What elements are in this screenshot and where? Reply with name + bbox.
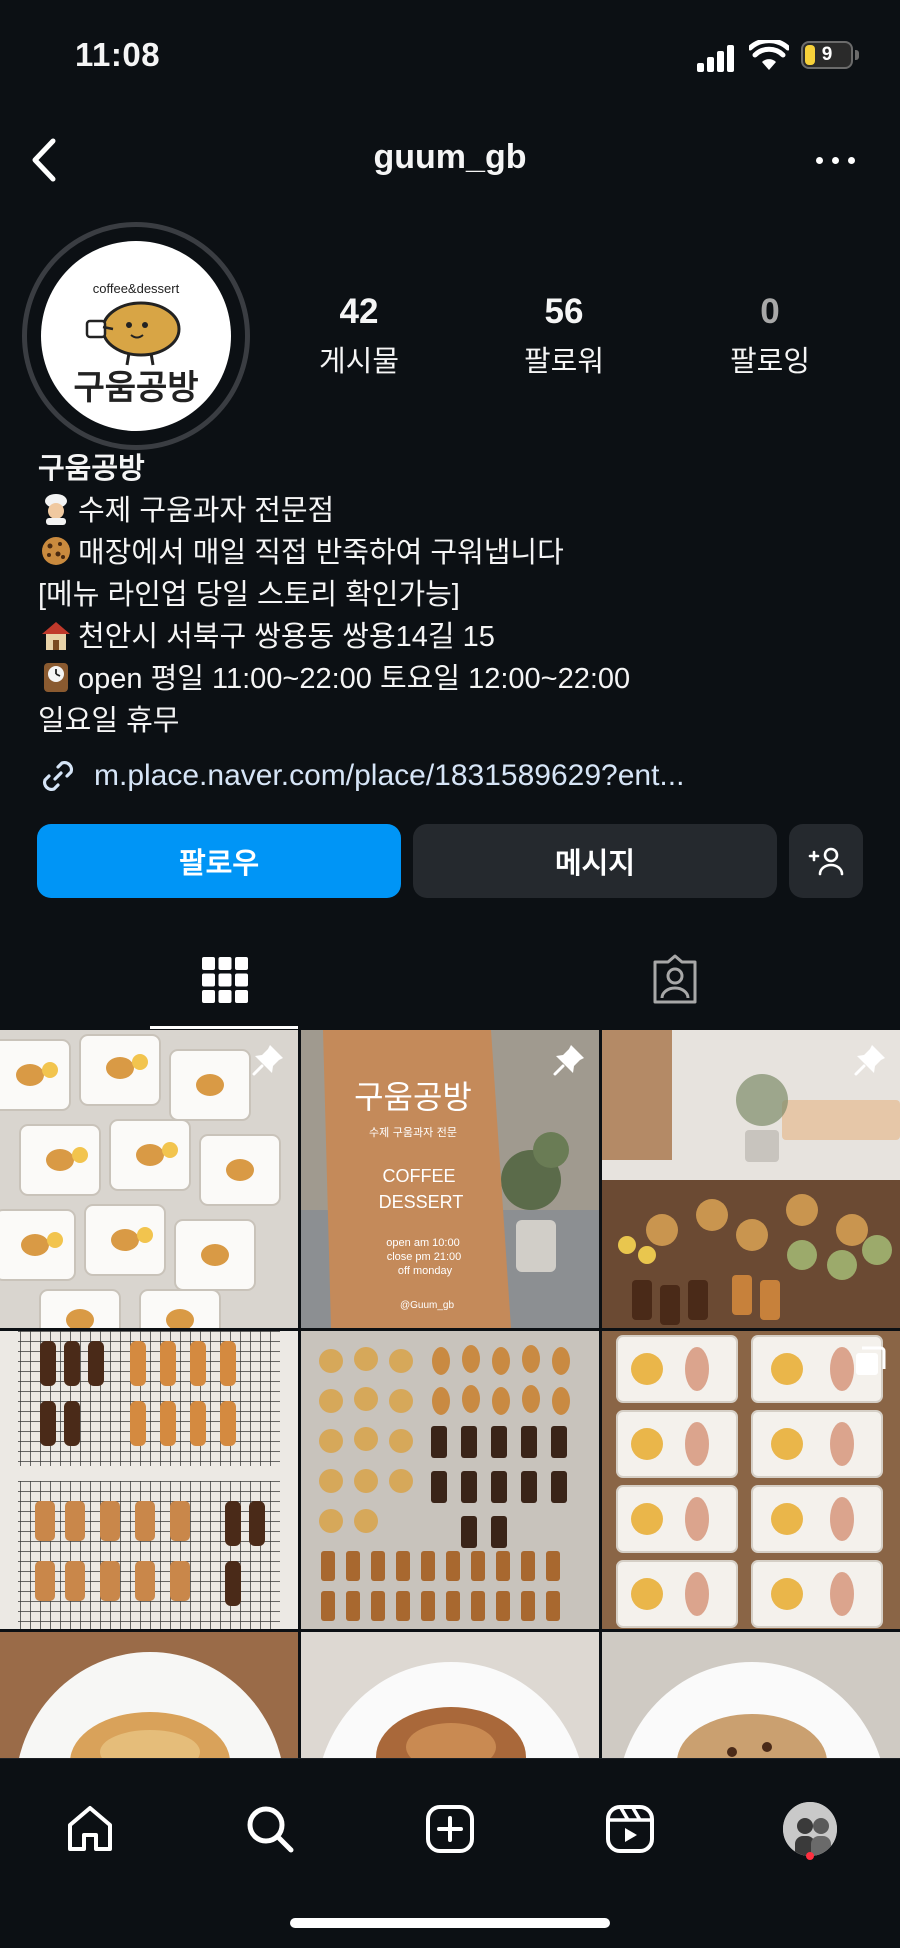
sign-handle: @Guum_gb: [400, 1300, 455, 1311]
profile-tabs: [0, 930, 900, 1030]
bakery-logo: coffee&dessert 구움공방: [73, 281, 198, 408]
profile-actions: 팔로우 메시지: [37, 824, 863, 898]
bio-text: [메뉴 라인업 당일 스토리 확인가능]: [38, 579, 460, 611]
bio-line: 수제 구움과자 전문점: [38, 490, 878, 532]
add-person-icon: [808, 847, 844, 876]
logo-text: 구움공방: [73, 368, 198, 408]
status-bar: 11:08 9: [0, 0, 900, 110]
sign-line2: DESSERT: [379, 1192, 464, 1212]
plus-square-icon: [426, 1805, 474, 1853]
bio-text: 매장에서 매일 직접 반죽하여 구워냅니다: [78, 537, 564, 569]
profile-header: guum_gb: [0, 120, 900, 200]
bio-text: 일요일 휴무: [38, 705, 180, 737]
pin-icon: [854, 1045, 885, 1076]
post-image: [0, 1331, 298, 1629]
post-tile[interactable]: [602, 1632, 900, 1758]
home-indicator: [290, 1918, 610, 1928]
bio-text: 수제 구움과자 전문점: [78, 495, 335, 527]
message-button[interactable]: 메시지: [413, 824, 777, 898]
cellular-signal-icon: [697, 44, 737, 72]
post-image: [301, 1632, 599, 1758]
avatar-ring[interactable]: coffee&dessert 구움공방: [22, 222, 250, 450]
post-tile[interactable]: [0, 1632, 298, 1758]
post-tile[interactable]: [0, 1331, 298, 1629]
stat-following[interactable]: 0 팔로잉: [685, 292, 855, 380]
chef-emoji-icon: [45, 494, 67, 525]
nav-reels[interactable]: [590, 1789, 670, 1869]
link-icon: [42, 760, 74, 792]
profile-link[interactable]: m.place.naver.com/place/1831589629?ent..…: [38, 756, 684, 796]
search-icon: [247, 1806, 294, 1853]
sign-hours3: off monday: [398, 1265, 453, 1277]
post-image: [0, 1632, 298, 1758]
profile-avatar-icon: [781, 1800, 839, 1858]
stat-count: 56: [544, 292, 584, 331]
post-image: [301, 1331, 599, 1629]
profile-stats: 42 게시물 56 팔로워 0 팔로잉: [270, 292, 890, 382]
tab-posts-grid[interactable]: [0, 930, 450, 1030]
link-text[interactable]: m.place.naver.com/place/1831589629?ent..…: [94, 759, 684, 793]
tab-tagged[interactable]: [450, 930, 900, 1030]
profile-bio: 구움공방 수제 구움과자 전문점 매장에서 매일 직접 반죽하여 구워냅니다 […: [38, 448, 878, 742]
sign-hours1: open am 10:00: [386, 1237, 459, 1249]
status-time: 11:08: [75, 36, 161, 73]
battery-tip: [855, 50, 859, 60]
profile-avatar[interactable]: coffee&dessert 구움공방: [41, 241, 231, 431]
wifi-icon: [749, 40, 789, 70]
clock-emoji-icon: [44, 663, 68, 692]
profile-username: guum_gb: [373, 138, 527, 176]
nav-home[interactable]: [50, 1789, 130, 1869]
bio-text: 천안시 서북구 쌍용동 쌍용14길 15: [78, 621, 495, 653]
post-tile[interactable]: [602, 1331, 900, 1629]
notification-dot: [806, 1852, 814, 1860]
carousel-icon: [856, 1346, 886, 1375]
nav-create[interactable]: [410, 1789, 490, 1869]
stat-count: 0: [760, 292, 780, 331]
stat-label: 팔로잉: [729, 346, 811, 378]
post-tile[interactable]: [0, 1030, 298, 1328]
dot: [831, 156, 839, 164]
battery-icon: 9: [801, 41, 853, 69]
bio-line: open 평일 11:00~22:00 토요일 12:00~22:00: [38, 658, 878, 700]
bio-line: 일요일 휴무: [38, 700, 878, 742]
stat-label: 팔로워: [523, 346, 605, 378]
post-tile[interactable]: 구움공방 수제 구움과자 전문 COFFEE DESSERT open am 1…: [301, 1030, 599, 1328]
logo-subtext: coffee&dessert: [93, 281, 180, 296]
pin-icon: [553, 1045, 584, 1076]
sign-hours2: close pm 21:00: [387, 1251, 462, 1263]
battery-level: 9: [821, 44, 833, 65]
bio-line: 천안시 서북구 쌍용동 쌍용14길 15: [38, 616, 878, 658]
active-tab-indicator: [150, 1026, 298, 1029]
profile-display-name: 구움공방: [38, 453, 145, 485]
dot: [815, 156, 823, 164]
stat-followers[interactable]: 56 팔로워: [479, 292, 649, 380]
post-tile[interactable]: [301, 1331, 599, 1629]
dot: [847, 156, 855, 164]
tagged-person-icon: [653, 954, 697, 1004]
post-tile[interactable]: [602, 1030, 900, 1328]
post-tile[interactable]: [301, 1632, 599, 1758]
sign-line1: COFFEE: [382, 1166, 455, 1186]
grid-icon: [202, 957, 248, 1003]
house-emoji-icon: [42, 622, 70, 650]
more-options-button[interactable]: [800, 140, 870, 180]
posts-grid: 구움공방 수제 구움과자 전문 COFFEE DESSERT open am 1…: [0, 1030, 900, 1758]
bio-line: 매장에서 매일 직접 반죽하여 구워냅니다: [38, 532, 878, 574]
stat-label: 게시물: [318, 346, 400, 378]
suggested-users-button[interactable]: [789, 824, 863, 898]
home-icon: [68, 1806, 112, 1851]
follow-button[interactable]: 팔로우: [37, 824, 401, 898]
reels-icon: [606, 1805, 654, 1853]
nav-search[interactable]: [230, 1789, 310, 1869]
bio-line: [메뉴 라인업 당일 스토리 확인가능]: [38, 574, 878, 616]
cookie-emoji-icon: [42, 537, 70, 565]
stat-posts[interactable]: 42 게시물: [274, 292, 444, 380]
stat-count: 42: [339, 292, 379, 331]
bio-text: open 평일 11:00~22:00 토요일 12:00~22:00: [78, 663, 631, 695]
sign-title: 구움공방: [354, 1078, 472, 1116]
sign-subtitle: 수제 구움과자 전문: [369, 1126, 457, 1139]
post-image: [602, 1632, 900, 1758]
pin-icon: [252, 1045, 283, 1076]
